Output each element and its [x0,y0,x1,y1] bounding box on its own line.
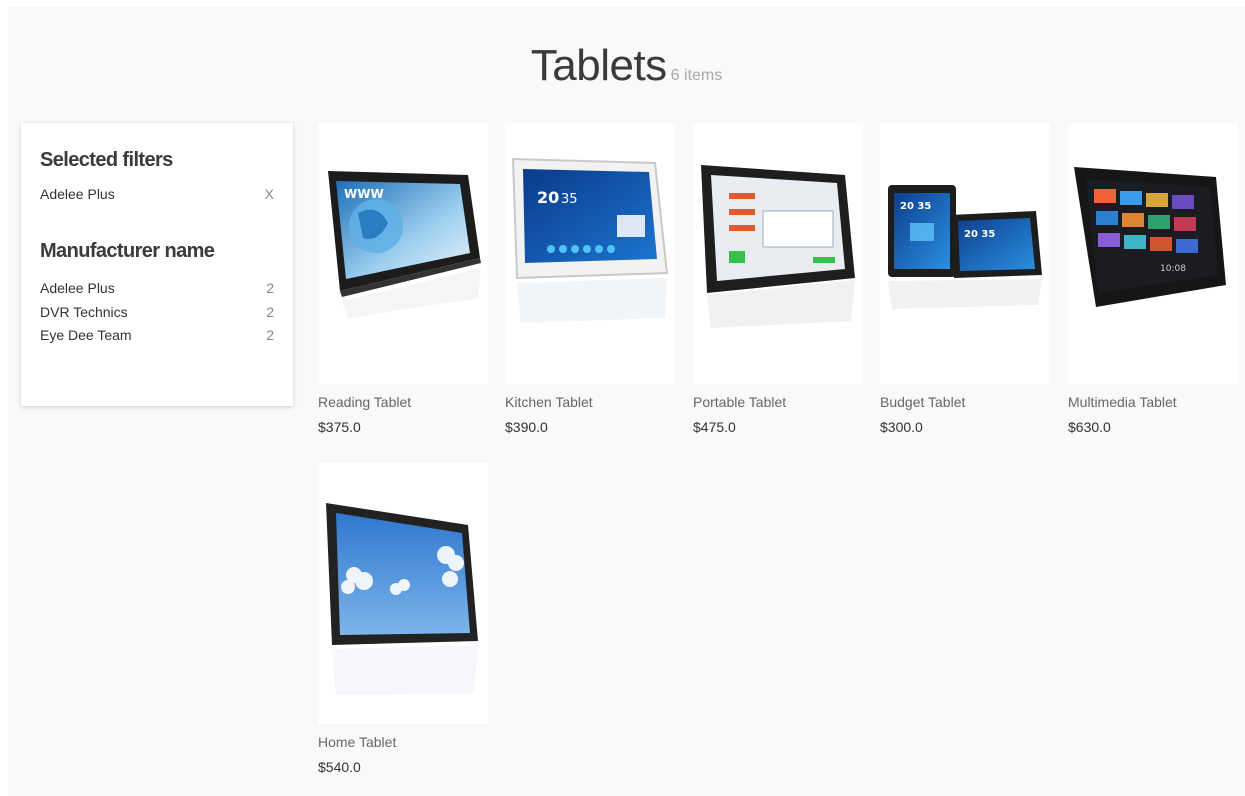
product-price: $475.0 [693,419,736,435]
sky-tablet-image [326,503,478,695]
svg-text:20 35: 20 35 [964,229,995,240]
manufacturer-heading: Manufacturer name [40,239,215,262]
product-card[interactable]: Home Tablet $540.0 [318,463,488,775]
item-count: 6 items [670,67,723,84]
svg-text:10:08: 10:08 [1160,264,1186,274]
manufacturer-option-dvr-technics[interactable]: DVR Technics 2 [40,300,274,324]
product-image[interactable]: 10:08 [1068,123,1238,384]
product-name[interactable]: Kitchen Tablet [505,394,675,410]
product-image[interactable]: WWW [318,123,488,384]
product-image[interactable] [693,123,863,384]
manufacturer-label[interactable]: DVR Technics [40,304,128,320]
selected-filter: Adelee Plus X [40,182,274,206]
product-price: $375.0 [318,419,361,435]
svg-text:35: 35 [561,192,578,207]
svg-text:WWW: WWW [344,187,384,201]
manufacturer-count: 2 [266,280,274,297]
manufacturer-option-adelee-plus[interactable]: Adelee Plus 2 [40,277,274,301]
manufacturer-count: 2 [266,327,274,344]
product-image[interactable]: 20 35 20 35 [880,123,1050,384]
remove-filter-button[interactable]: X [265,186,274,202]
media-tablet-image: 10:08 [1074,167,1226,307]
svg-text:20: 20 [537,188,559,207]
manufacturer-count: 2 [266,303,274,320]
dashboard-tablet-image [701,165,855,328]
product-image[interactable]: 20 35 [505,123,675,384]
product-card[interactable]: 20 35 20 35 Budget Tablet $300.0 [880,123,1050,435]
product-card[interactable]: 10:08 Multimedia Tablet $630.0 [1068,123,1238,435]
product-name[interactable]: Multimedia Tablet [1068,394,1238,410]
two-tablets-image: 20 35 20 35 [888,185,1042,309]
product-card[interactable]: WWW Reading Tablet $375.0 [318,123,488,435]
manufacturer-label[interactable]: Adelee Plus [40,280,115,296]
manufacturer-option-eye-dee-team[interactable]: Eye Dee Team 2 [40,324,274,348]
filter-panel: Selected filters Adelee Plus X Manufactu… [21,123,293,406]
tablet-www-image: WWW [328,171,481,318]
product-name[interactable]: Budget Tablet [880,394,1050,410]
product-name[interactable]: Portable Tablet [693,394,863,410]
manufacturer-list: Adelee Plus 2 DVR Technics 2 Eye Dee Tea… [40,277,274,348]
product-image[interactable] [318,463,488,724]
selected-filter-label: Adelee Plus [40,185,115,202]
selected-filters-heading: Selected filters [40,149,173,171]
page-title: Tablets [530,41,667,90]
white-tablet-image: 20 35 [511,157,669,323]
product-name[interactable]: Home Tablet [318,734,488,750]
page-header: Tablets 6 items [8,41,1245,91]
product-price: $300.0 [880,419,923,435]
manufacturer-label[interactable]: Eye Dee Team [40,327,132,343]
product-price: $540.0 [318,759,361,775]
product-card[interactable]: 20 35 Kitchen Tablet $390.0 [505,123,675,435]
product-price: $630.0 [1068,419,1111,435]
page: Tablets 6 items Selected filters Adelee P… [8,7,1245,796]
svg-text:20 35: 20 35 [900,201,931,212]
product-card[interactable]: Portable Tablet $475.0 [693,123,863,435]
product-price: $390.0 [505,419,548,435]
product-name[interactable]: Reading Tablet [318,394,488,410]
